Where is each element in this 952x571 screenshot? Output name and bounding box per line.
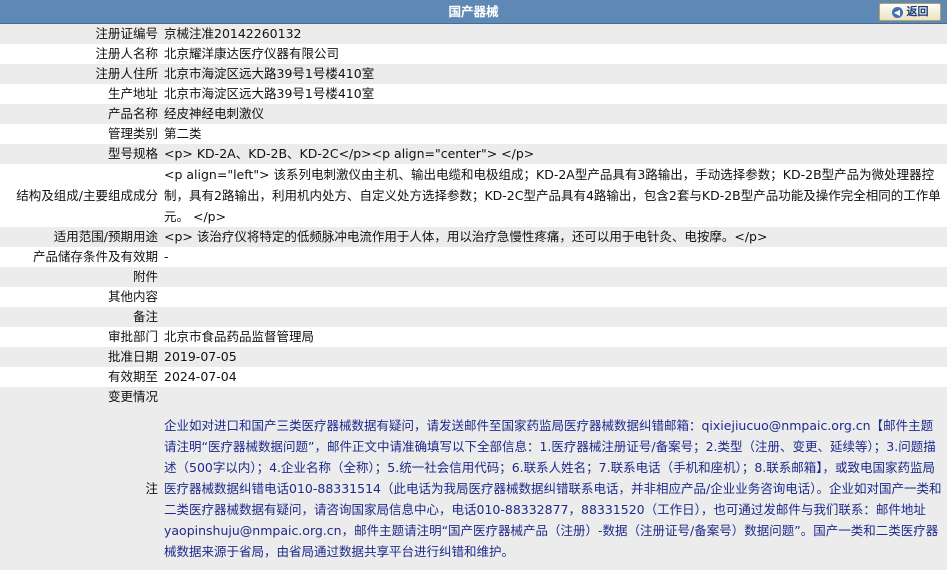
field-label: 备注 — [0, 307, 161, 327]
field-label: 适用范围/预期用途 — [0, 227, 161, 247]
table-row: 其他内容 — [0, 287, 947, 307]
field-value: 2024-07-04 — [161, 367, 947, 387]
field-value: 京械注准20142260132 — [161, 24, 947, 44]
back-button[interactable]: ◀ 返回 — [879, 3, 941, 21]
table-row: 注册证编号 京械注准20142260132 — [0, 24, 947, 44]
field-label: 产品储存条件及有效期 — [0, 247, 161, 267]
field-value: 第二类 — [161, 124, 947, 144]
field-value — [161, 267, 947, 287]
table-row: 适用范围/预期用途 <p> 该治疗仪将特定的低频脉冲电流作用于人体，用以治疗急慢… — [0, 227, 947, 247]
field-label: 生产地址 — [0, 84, 161, 104]
field-label: 注 — [0, 407, 161, 570]
field-label: 结构及组成/主要组成成分 — [0, 164, 161, 227]
field-value: 2019-07-05 — [161, 347, 947, 367]
field-label: 注册人名称 — [0, 44, 161, 64]
field-label: 变更情况 — [0, 387, 161, 407]
table-row: 注册人名称 北京耀洋康达医疗仪器有限公司 — [0, 44, 947, 64]
field-value: 北京市海淀区远大路39号1号楼410室 — [161, 84, 947, 104]
table-row: 审批部门 北京市食品药品监督管理局 — [0, 327, 947, 347]
field-value: 北京市食品药品监督管理局 — [161, 327, 947, 347]
field-value: 北京市海淀区远大路39号1号楼410室 — [161, 64, 947, 84]
field-label: 型号规格 — [0, 144, 161, 164]
field-value: - — [161, 247, 947, 267]
detail-table: 注册证编号 京械注准20142260132 注册人名称 北京耀洋康达医疗仪器有限… — [0, 24, 947, 570]
field-label: 注册人住所 — [0, 64, 161, 84]
page-title: 国产器械 — [448, 4, 499, 19]
table-row: 管理类别 第二类 — [0, 124, 947, 144]
table-row: 有效期至 2024-07-04 — [0, 367, 947, 387]
table-row: 附件 — [0, 267, 947, 287]
field-label: 管理类别 — [0, 124, 161, 144]
field-label: 审批部门 — [0, 327, 161, 347]
field-value: 北京耀洋康达医疗仪器有限公司 — [161, 44, 947, 64]
field-label: 附件 — [0, 267, 161, 287]
field-label: 其他内容 — [0, 287, 161, 307]
field-value: <p> KD-2A、KD-2B、KD-2C</p><p align="cente… — [161, 144, 947, 164]
field-value — [161, 287, 947, 307]
table-row: 产品名称 经皮神经电刺激仪 — [0, 104, 947, 124]
back-arrow-icon: ◀ — [891, 6, 903, 18]
table-row: 生产地址 北京市海淀区远大路39号1号楼410室 — [0, 84, 947, 104]
notice-text: 企业如对进口和国产三类医疗器械数据有疑问，请发送邮件至国家药监局医疗器械数据纠错… — [161, 407, 947, 570]
table-row: 注册人住所 北京市海淀区远大路39号1号楼410室 — [0, 64, 947, 84]
field-value: <p align="left"> 该系列电刺激仪由主机、输出电缆和电极组成；KD… — [161, 164, 947, 227]
field-value: <p> 该治疗仪将特定的低频脉冲电流作用于人体，用以治疗急慢性疼痛，还可以用于电… — [161, 227, 947, 247]
table-row: 批准日期 2019-07-05 — [0, 347, 947, 367]
field-value — [161, 307, 947, 327]
field-label: 产品名称 — [0, 104, 161, 124]
detail-page: 国产器械 ◀ 返回 注册证编号 京械注准20142260132 注册人名称 北京… — [0, 0, 947, 570]
field-label: 批准日期 — [0, 347, 161, 367]
table-row: 型号规格 <p> KD-2A、KD-2B、KD-2C</p><p align="… — [0, 144, 947, 164]
field-value: 经皮神经电刺激仪 — [161, 104, 947, 124]
page-header: 国产器械 ◀ 返回 — [0, 0, 947, 24]
table-row: 备注 — [0, 307, 947, 327]
table-row: 变更情况 — [0, 387, 947, 407]
table-row: 结构及组成/主要组成成分 <p align="left"> 该系列电刺激仪由主机… — [0, 164, 947, 227]
table-row: 注 企业如对进口和国产三类医疗器械数据有疑问，请发送邮件至国家药监局医疗器械数据… — [0, 407, 947, 570]
field-value — [161, 387, 947, 407]
table-row: 产品储存条件及有效期 - — [0, 247, 947, 267]
back-button-label: 返回 — [906, 5, 929, 18]
field-label: 注册证编号 — [0, 24, 161, 44]
field-label: 有效期至 — [0, 367, 161, 387]
